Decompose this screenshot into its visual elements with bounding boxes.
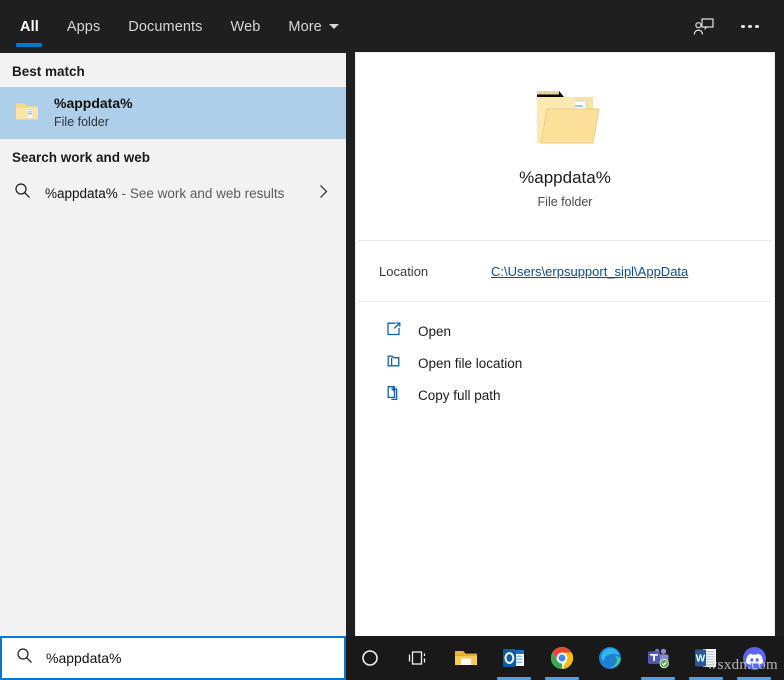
location-link[interactable]: C:\Users\erpsupport_sipl\AppData <box>491 264 688 279</box>
result-item-subtitle: File folder <box>54 115 133 131</box>
ellipsis-icon[interactable] <box>730 7 770 47</box>
tab-web-label: Web <box>231 19 261 35</box>
best-match-heading: Best match <box>0 53 346 87</box>
open-external-icon <box>386 321 402 342</box>
taskbar-item-file-explorer[interactable] <box>442 636 490 680</box>
tab-documents[interactable]: Documents <box>114 0 216 53</box>
taskbar-item-teams[interactable] <box>634 636 682 680</box>
open-file-location-icon <box>386 353 402 374</box>
result-item-appdata[interactable]: %appdata% File folder <box>0 87 346 139</box>
preview-title: %appdata% <box>519 168 611 188</box>
tab-active-indicator <box>16 43 42 47</box>
action-list: Open Open file location <box>356 302 774 411</box>
windows-search-flyout: All Apps Documents Web More <box>0 0 784 680</box>
tab-web[interactable]: Web <box>217 0 275 53</box>
taskbar-item-discord[interactable] <box>730 636 778 680</box>
taskbar-search-box[interactable]: %appdata% <box>0 636 346 680</box>
ellipsis-dots <box>741 25 759 29</box>
action-open-file-location[interactable]: Open file location <box>356 347 774 379</box>
tab-apps-label: Apps <box>67 19 100 35</box>
web-result-description: See work and web results <box>130 186 285 201</box>
tab-more-label: More <box>288 19 321 35</box>
taskbar-item-outlook[interactable] <box>490 636 538 680</box>
preview-type: File folder <box>538 195 593 209</box>
tab-more[interactable]: More <box>274 0 352 53</box>
taskbar-item-chrome[interactable] <box>538 636 586 680</box>
chevron-right-icon[interactable] <box>319 184 336 203</box>
search-input[interactable]: %appdata% <box>46 650 122 666</box>
preview-panel: %appdata% File folder Location C:\Users\… <box>356 53 774 636</box>
result-item-text: %appdata% File folder <box>54 95 133 130</box>
chevron-down-icon <box>329 24 339 29</box>
taskbar-item-word[interactable]: W <box>682 636 730 680</box>
tab-bar-actions <box>684 0 784 53</box>
taskbar-item-cortana[interactable] <box>346 636 394 680</box>
taskbar-app-tray: W <box>346 636 784 680</box>
web-result-query: %appdata% <box>45 186 118 201</box>
location-label: Location <box>379 264 491 279</box>
search-icon <box>16 647 33 669</box>
search-web-heading: Search work and web <box>0 139 346 173</box>
copy-icon <box>386 385 402 406</box>
web-result-label: %appdata% - See work and web results <box>45 186 284 201</box>
web-result-separator: - <box>118 186 130 201</box>
results-panel: Best match %appdata% File folder S <box>0 53 346 636</box>
web-result-row[interactable]: %appdata% - See work and web results <box>0 173 346 213</box>
folder-icon <box>12 96 42 131</box>
open-folder-icon <box>529 85 601 154</box>
preview-hero: %appdata% File folder <box>356 53 774 240</box>
person-feedback-icon[interactable] <box>684 7 724 47</box>
search-tab-bar: All Apps Documents Web More <box>0 0 784 53</box>
tab-all[interactable]: All <box>6 0 53 53</box>
tab-list: All Apps Documents Web More <box>0 0 353 53</box>
result-item-title: %appdata% <box>54 95 133 113</box>
svg-text:W: W <box>696 654 706 665</box>
action-copy-full-path-label: Copy full path <box>418 388 501 403</box>
taskbar-item-task-view[interactable] <box>394 636 442 680</box>
action-open-file-location-label: Open file location <box>418 356 522 371</box>
taskbar-item-edge[interactable] <box>586 636 634 680</box>
search-icon <box>14 182 31 204</box>
tab-all-label: All <box>20 19 39 35</box>
tab-documents-label: Documents <box>128 19 202 35</box>
action-open-label: Open <box>418 324 451 339</box>
location-row: Location C:\Users\erpsupport_sipl\AppDat… <box>356 241 774 301</box>
action-copy-full-path[interactable]: Copy full path <box>356 379 774 411</box>
action-open[interactable]: Open <box>356 315 774 347</box>
tab-apps[interactable]: Apps <box>53 0 114 53</box>
taskbar: %appdata% <box>0 636 784 680</box>
